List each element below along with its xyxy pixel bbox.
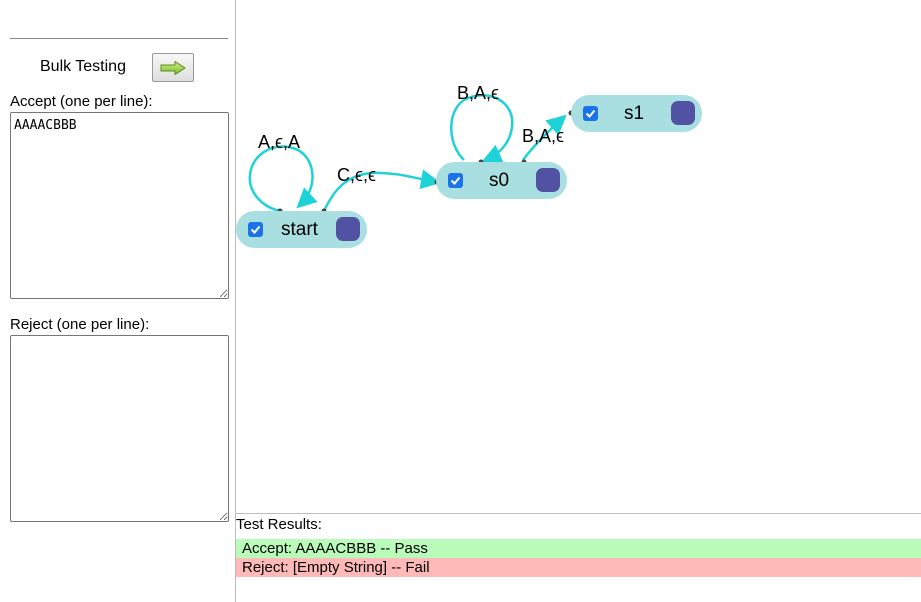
- canvas-divider: [236, 513, 921, 514]
- final-state-toggle[interactable]: [536, 168, 560, 192]
- right-arrow-icon: [160, 60, 186, 75]
- edge-label-start-s0: C,ϵ,ϵ: [337, 165, 376, 185]
- checkmark-icon: [585, 109, 596, 118]
- sidebar: Bulk Testing Accept (one per line): AAAA…: [0, 0, 235, 602]
- state-checkbox[interactable]: [248, 222, 263, 237]
- edge-start-start[interactable]: [248, 145, 318, 213]
- result-row-accept: Accept: AAAACBBB -- Pass: [236, 539, 921, 558]
- final-state-toggle[interactable]: [671, 101, 695, 125]
- state-name: s0: [489, 170, 510, 191]
- automaton-canvas[interactable]: A,ϵ,A C,ϵ,ϵ B,A,ϵ B,A,ϵ start s0 s1: [236, 0, 921, 513]
- reject-label: Reject (one per line):: [10, 316, 150, 333]
- state-start[interactable]: start: [236, 211, 367, 248]
- accept-label: Accept (one per line):: [10, 93, 153, 110]
- test-results-label: Test Results:: [236, 516, 322, 533]
- state-name: s1: [624, 103, 645, 124]
- accept-textarea[interactable]: AAAACBBB: [10, 112, 229, 299]
- transition-edges: [248, 94, 574, 214]
- edge-s0-s0[interactable]: [450, 94, 514, 164]
- bulk-testing-label: Bulk Testing: [40, 58, 126, 75]
- final-state-toggle[interactable]: [336, 217, 360, 241]
- state-name: start: [281, 219, 318, 240]
- state-s0[interactable]: s0: [436, 162, 567, 199]
- state-s1[interactable]: s1: [571, 95, 702, 132]
- state-checkbox[interactable]: [448, 173, 463, 188]
- result-row-reject: Reject: [Empty String] -- Fail: [236, 558, 921, 577]
- checkmark-icon: [450, 176, 461, 185]
- edge-label-start-start: A,ϵ,A: [258, 132, 300, 152]
- edge-label-s0-s1: B,A,ϵ: [522, 126, 564, 146]
- edge-label-s0-s0: B,A,ϵ: [457, 83, 499, 103]
- reject-textarea[interactable]: [10, 335, 229, 522]
- divider: [10, 38, 228, 39]
- state-checkbox[interactable]: [583, 106, 598, 121]
- checkmark-icon: [250, 225, 261, 234]
- bulk-test-button[interactable]: [152, 53, 194, 82]
